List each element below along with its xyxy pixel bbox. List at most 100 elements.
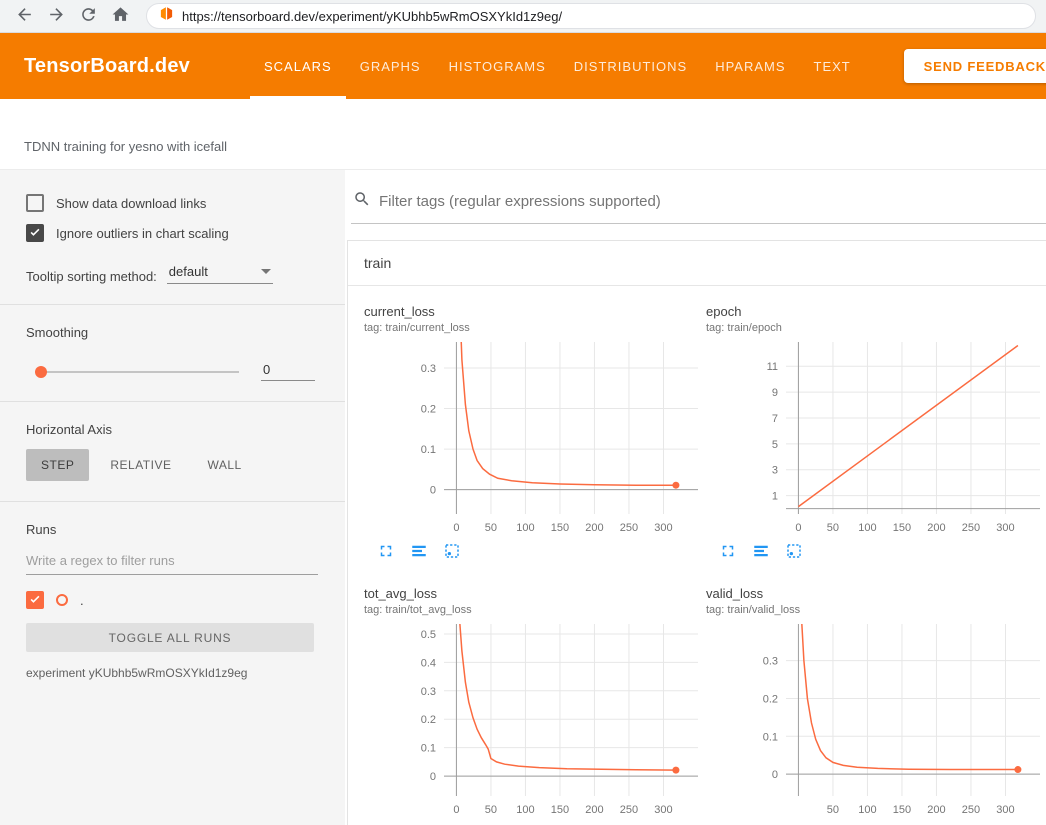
chart-card-tot-avg-loss: tot_avg_loss tag: train/tot_avg_loss 0 0.… [364,586,700,825]
filter-tags-input[interactable] [379,193,1046,210]
forward-icon [47,5,66,27]
back-button[interactable] [10,2,38,30]
expand-chart-button[interactable] [718,542,738,562]
tensorboard-favicon [159,6,174,26]
ignore-outliers-label: Ignore outliers in chart scaling [56,226,229,241]
scalar-chart[interactable]: 1357911050100150200250300 [706,338,1042,540]
svg-text:100: 100 [516,522,534,534]
chevron-down-icon [261,269,271,274]
chart-tag: tag: train/valid_loss [706,604,1042,616]
tab-text[interactable]: TEXT [800,33,865,99]
svg-text:0.1: 0.1 [421,743,436,755]
chart-title: tot_avg_loss [364,586,700,601]
tooltip-sorting-value: default [169,264,208,279]
svg-text:300: 300 [996,522,1014,534]
svg-text:3: 3 [772,465,778,477]
fit-domain-icon [785,548,803,563]
chart-title: valid_loss [706,586,1042,601]
experiment-title: TDNN training for yesno with icefall [0,99,1046,170]
show-download-links-label: Show data download links [56,196,206,211]
axis-relative-button[interactable]: RELATIVE [95,449,186,481]
tab-histograms[interactable]: HISTOGRAMS [435,33,560,99]
chart-tag: tag: train/current_loss [364,322,700,334]
svg-text:150: 150 [893,804,911,816]
svg-text:50: 50 [485,522,497,534]
divider [0,304,345,305]
divider [0,501,345,502]
scalar-chart[interactable]: 00.10.20.3050100150200250300 [364,338,700,540]
run-selector-button[interactable] [409,542,429,562]
nav-tabs: SCALARS GRAPHS HISTOGRAMS DISTRIBUTIONS … [250,33,865,99]
svg-text:100: 100 [516,804,534,816]
scalar-chart[interactable]: 00.10.20.30.40.5050100150200250300 [364,620,700,822]
svg-text:0.5: 0.5 [421,629,436,641]
svg-text:0.1: 0.1 [763,731,778,743]
ignore-outliers-checkbox[interactable] [26,224,44,242]
runs-filter-input[interactable] [26,549,318,575]
svg-text:0.3: 0.3 [763,656,778,668]
tab-graphs[interactable]: GRAPHS [346,33,435,99]
svg-text:150: 150 [893,522,911,534]
send-feedback-button[interactable]: SEND FEEDBACK [904,49,1046,83]
train-section-card: train current_loss tag: train/current_lo… [347,240,1046,825]
show-download-links-checkbox[interactable] [26,194,44,212]
svg-text:50: 50 [485,804,497,816]
data-list-icon [752,548,770,563]
tooltip-sorting-select[interactable]: default [167,264,273,284]
svg-text:0: 0 [430,485,436,497]
chart-tag: tag: train/tot_avg_loss [364,604,700,616]
svg-text:100: 100 [858,804,876,816]
smoothing-value-input[interactable]: 0 [261,362,315,381]
axis-wall-button[interactable]: WALL [192,449,256,481]
svg-text:250: 250 [620,522,638,534]
axis-step-button[interactable]: STEP [26,449,89,481]
forward-button[interactable] [42,2,70,30]
svg-text:250: 250 [620,804,638,816]
chart-tag: tag: train/epoch [706,322,1042,334]
svg-text:250: 250 [962,804,980,816]
runs-label: Runs [26,522,345,537]
chart-card-current-loss: current_loss tag: train/current_loss 00.… [364,304,700,562]
tab-hparams[interactable]: HPARAMS [701,33,799,99]
svg-text:1: 1 [772,491,778,503]
tab-distributions[interactable]: DISTRIBUTIONS [560,33,701,99]
section-header-train[interactable]: train [348,241,1046,286]
url-text: https://tensorboard.dev/experiment/yKUbh… [182,9,562,24]
scalar-chart[interactable]: 00.10.20.350100150200250300 [706,620,1042,822]
address-bar[interactable]: https://tensorboard.dev/experiment/yKUbh… [146,3,1036,29]
expand-chart-button[interactable] [376,542,396,562]
svg-text:150: 150 [551,804,569,816]
svg-text:0.2: 0.2 [421,404,436,416]
svg-text:0.3: 0.3 [421,686,436,698]
svg-text:150: 150 [551,522,569,534]
svg-text:100: 100 [858,522,876,534]
svg-text:0: 0 [795,522,801,534]
chart-card-valid-loss: valid_loss tag: train/valid_loss 00.10.2… [706,586,1042,825]
smoothing-slider[interactable] [40,371,239,373]
svg-text:0.2: 0.2 [421,714,436,726]
brand[interactable]: TensorBoard.dev [24,55,190,78]
reload-button[interactable] [74,2,102,30]
run-checkbox[interactable] [26,591,44,609]
svg-text:7: 7 [772,413,778,425]
svg-text:11: 11 [767,361,778,373]
check-icon [28,592,42,609]
home-button[interactable] [106,2,134,30]
fit-domain-button[interactable] [442,542,462,562]
run-selector-button[interactable] [751,542,771,562]
app-header: TensorBoard.dev SCALARS GRAPHS HISTOGRAM… [0,33,1046,99]
svg-text:0: 0 [453,522,459,534]
svg-text:250: 250 [962,522,980,534]
svg-text:0: 0 [430,771,436,783]
smoothing-slider-knob[interactable] [35,366,47,378]
chart-card-epoch: epoch tag: train/epoch 13579110501001502… [706,304,1042,562]
settings-sidebar: Show data download links Ignore outliers… [0,170,345,825]
data-list-icon [410,548,428,563]
expand-icon [719,548,737,563]
svg-text:300: 300 [654,522,672,534]
tab-scalars[interactable]: SCALARS [250,33,346,99]
svg-text:5: 5 [772,439,778,451]
back-icon [15,5,34,27]
fit-domain-button[interactable] [784,542,804,562]
toggle-all-runs-button[interactable]: TOGGLE ALL RUNS [26,623,314,652]
